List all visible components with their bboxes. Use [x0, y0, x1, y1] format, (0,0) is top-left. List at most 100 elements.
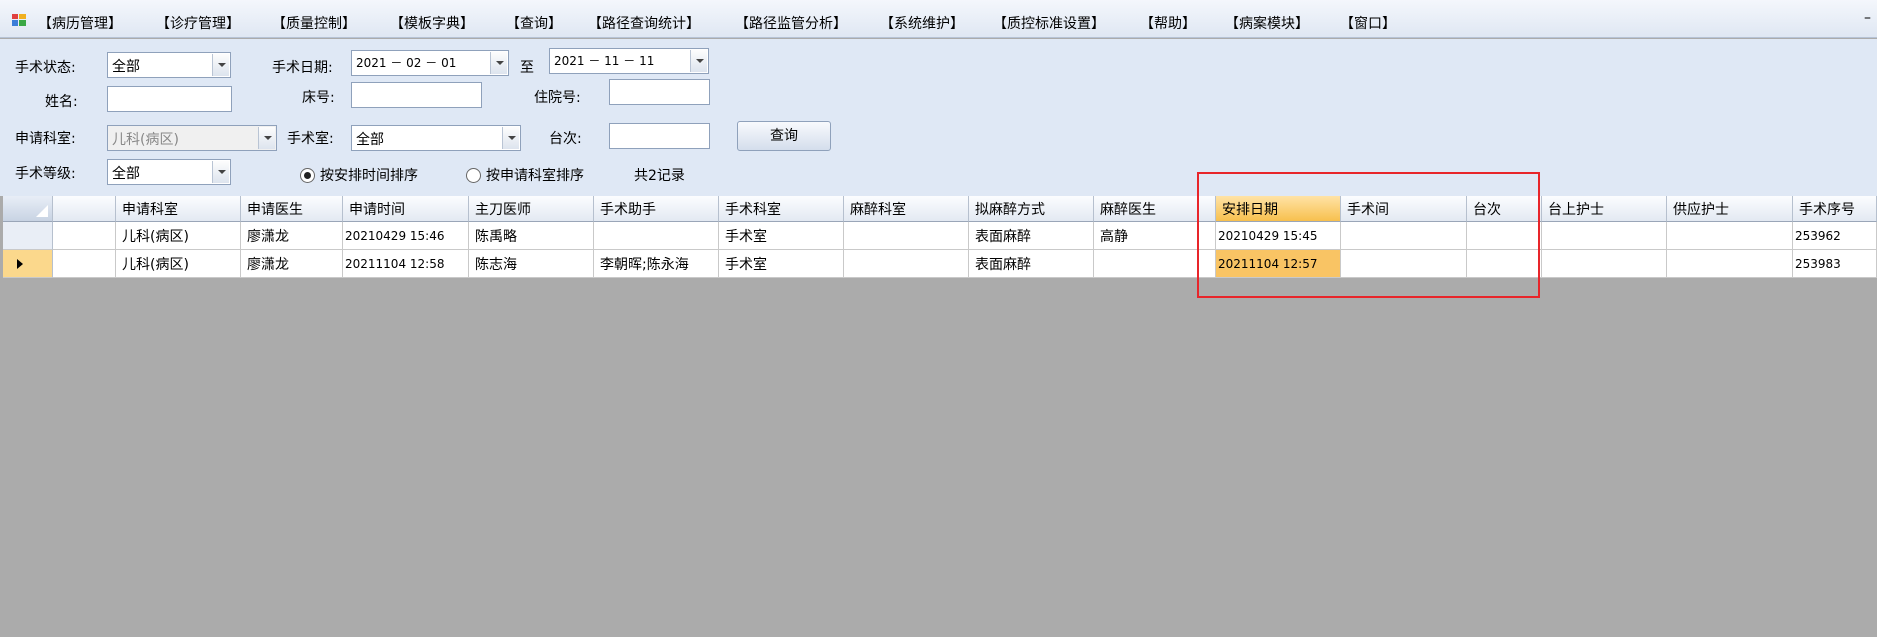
sequence-label: 台次: — [549, 131, 582, 147]
table-cell[interactable] — [844, 250, 969, 278]
menu-item-query[interactable]: 【查询】 — [506, 13, 562, 33]
row-header[interactable] — [3, 250, 53, 278]
table-cell[interactable] — [1667, 222, 1793, 250]
table-cell[interactable] — [1542, 250, 1667, 278]
column-header-anesthesia-dept[interactable]: 麻醉科室 — [844, 196, 969, 222]
chevron-down-icon[interactable] — [690, 50, 707, 72]
surgery-level-select[interactable]: 全部 — [107, 159, 231, 185]
table-cell[interactable] — [1341, 250, 1467, 278]
table-cell[interactable]: 陈志海 — [469, 250, 594, 278]
menu-item-pathway-supervision[interactable]: 【路径监管分析】 — [735, 13, 847, 33]
table-cell[interactable] — [1094, 250, 1216, 278]
table-cell[interactable]: 表面麻醉 — [969, 222, 1094, 250]
column-header-sequence[interactable]: 台次 — [1467, 196, 1542, 222]
table-cell[interactable]: 廖潇龙 — [241, 222, 343, 250]
table-cell[interactable] — [594, 222, 719, 250]
table-cell[interactable]: 李朝晖;陈永海 — [594, 250, 719, 278]
surgery-status-label: 手术状态: — [15, 60, 76, 76]
table-cell[interactable] — [1667, 250, 1793, 278]
current-row-arrow-icon — [17, 258, 23, 269]
menu-item-treatment[interactable]: 【诊疗管理】 — [156, 13, 240, 33]
app-window: 【病历管理】 【诊疗管理】 【质量控制】 【模板字典】 【查询】 【路径查询统计… — [0, 0, 1877, 637]
table-cell[interactable]: 儿科(病区) — [116, 250, 241, 278]
sort-by-schedule-label: 按安排时间排序 — [320, 168, 418, 184]
operating-room-label: 手术室: — [287, 131, 334, 147]
row-header[interactable] — [3, 222, 53, 250]
minimize-button[interactable]: – — [1864, 10, 1871, 26]
selected-cell[interactable]: 20211104 12:57 — [1216, 250, 1341, 278]
column-header-apply-time[interactable]: 申请时间 — [343, 196, 469, 222]
admission-no-input[interactable] — [609, 79, 710, 105]
table-cell[interactable]: 253983 — [1793, 250, 1877, 278]
dept-value: 儿科(病区) — [112, 132, 179, 148]
chevron-down-icon — [258, 127, 275, 149]
column-header-anesthesia-method[interactable]: 拟麻醉方式 — [969, 196, 1094, 222]
operating-room-value: 全部 — [356, 132, 384, 148]
query-button[interactable]: 查询 — [737, 121, 831, 151]
table-row[interactable]: 儿科(病区) 廖潇龙 20210429 15:46 陈禹略 手术室 表面麻醉 高… — [3, 222, 1877, 250]
column-header-assistant[interactable]: 手术助手 — [594, 196, 719, 222]
menu-item-qc-standards[interactable]: 【质控标准设置】 — [993, 13, 1105, 33]
menu-item-case-module[interactable]: 【病案模块】 — [1225, 13, 1309, 33]
menu-item-system-maintenance[interactable]: 【系统维护】 — [880, 13, 964, 33]
chevron-down-icon[interactable] — [212, 161, 229, 183]
surgery-status-value: 全部 — [112, 59, 140, 75]
operating-room-select[interactable]: 全部 — [351, 125, 521, 151]
menu-item-template-dictionary[interactable]: 【模板字典】 — [390, 13, 474, 33]
table-cell[interactable]: 253962 — [1793, 222, 1877, 250]
table-row[interactable]: 儿科(病区) 廖潇龙 20211104 12:58 陈志海 李朝晖;陈永海 手术… — [3, 250, 1877, 278]
table-cell[interactable] — [53, 222, 116, 250]
menu-item-pathway-statistics[interactable]: 【路径查询统计】 — [588, 13, 700, 33]
table-cell[interactable]: 表面麻醉 — [969, 250, 1094, 278]
bed-input[interactable] — [351, 82, 482, 108]
date-to-picker[interactable]: 2021 － 11 － 11 — [549, 48, 709, 74]
sort-by-dept-label: 按申请科室排序 — [486, 168, 584, 184]
sort-by-schedule-radio[interactable]: 按安排时间排序 — [300, 165, 418, 185]
date-from-picker[interactable]: 2021 － 02 － 01 — [351, 50, 509, 76]
table-cell[interactable]: 手术室 — [719, 222, 844, 250]
table-cell[interactable]: 20210429 15:46 — [343, 222, 469, 250]
table-cell[interactable] — [844, 222, 969, 250]
surgery-status-select[interactable]: 全部 — [107, 52, 231, 78]
menu-item-quality-control[interactable]: 【质量控制】 — [272, 13, 356, 33]
name-label: 姓名: — [45, 94, 78, 110]
table-cell[interactable] — [1542, 222, 1667, 250]
table-cell[interactable]: 廖潇龙 — [241, 250, 343, 278]
column-header-room[interactable]: 手术间 — [1341, 196, 1467, 222]
column-header-surgery-no[interactable]: 手术序号 — [1793, 196, 1877, 222]
sort-by-dept-radio[interactable]: 按申请科室排序 — [466, 165, 584, 185]
table-cell[interactable]: 儿科(病区) — [116, 222, 241, 250]
record-count: 共2记录 — [634, 168, 685, 184]
app-icon — [12, 14, 26, 26]
table-cell[interactable] — [1467, 250, 1542, 278]
table-cell[interactable] — [1341, 222, 1467, 250]
menu-item-medical-records[interactable]: 【病历管理】 — [38, 13, 122, 33]
menu-item-help[interactable]: 【帮助】 — [1140, 13, 1196, 33]
table-cell[interactable]: 20210429 15:45 — [1216, 222, 1341, 250]
table-cell[interactable] — [1467, 222, 1542, 250]
menu-item-window[interactable]: 【窗口】 — [1340, 13, 1396, 33]
column-header-circulating-nurse[interactable]: 供应护士 — [1667, 196, 1793, 222]
table-cell[interactable] — [53, 250, 116, 278]
column-header-scrub-nurse[interactable]: 台上护士 — [1542, 196, 1667, 222]
table-cell[interactable]: 手术室 — [719, 250, 844, 278]
surgery-date-label: 手术日期: — [272, 60, 333, 76]
column-header[interactable] — [53, 196, 116, 222]
table-cell[interactable]: 陈禹略 — [469, 222, 594, 250]
bed-label: 床号: — [302, 90, 335, 106]
select-all-corner[interactable] — [3, 196, 53, 222]
dept-label: 申请科室: — [15, 131, 76, 147]
column-header-schedule-date[interactable]: 安排日期 — [1216, 196, 1341, 222]
column-header-surgeon[interactable]: 主刀医师 — [469, 196, 594, 222]
column-header-surgery-dept[interactable]: 手术科室 — [719, 196, 844, 222]
column-header-anesthetist[interactable]: 麻醉医生 — [1094, 196, 1216, 222]
chevron-down-icon[interactable] — [490, 52, 507, 74]
sequence-input[interactable] — [609, 123, 710, 149]
table-cell[interactable]: 高静 — [1094, 222, 1216, 250]
table-cell[interactable]: 20211104 12:58 — [343, 250, 469, 278]
column-header-doctor[interactable]: 申请医生 — [241, 196, 343, 222]
chevron-down-icon[interactable] — [212, 54, 229, 76]
column-header-dept[interactable]: 申请科室 — [116, 196, 241, 222]
chevron-down-icon[interactable] — [502, 127, 519, 149]
name-input[interactable] — [107, 86, 232, 112]
